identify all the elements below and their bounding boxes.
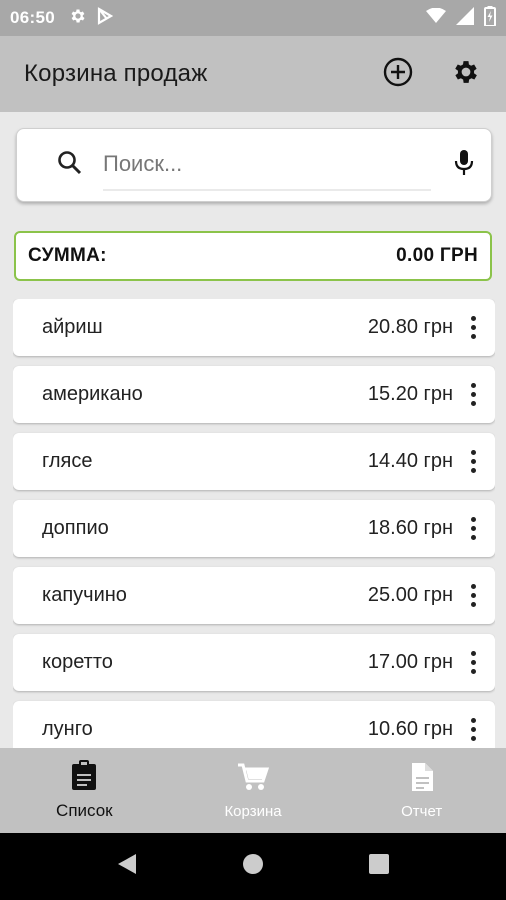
more-vert-icon[interactable] [461,576,485,616]
document-icon [410,762,434,797]
more-vert-icon[interactable] [461,308,485,348]
add-button[interactable] [382,57,414,92]
more-vert-icon[interactable] [461,375,485,415]
product-name: капучино [42,584,127,606]
product-name: глясе [42,450,93,472]
play-store-status-icon [97,6,114,30]
nav-item-report[interactable]: Отчет [337,748,506,833]
recents-square-icon [369,854,389,879]
list-item[interactable]: глясе 14.40 грн [13,433,495,490]
product-price: 20.80 грн [367,316,453,338]
search-input[interactable] [103,139,431,191]
product-price: 25.00 грн [367,584,453,606]
product-price: 17.00 грн [367,651,453,673]
cart-icon [237,762,270,797]
nav-item-list[interactable]: Список [0,748,169,833]
home-circle-icon [242,853,264,880]
product-price: 10.60 грн [367,718,453,740]
product-name: лунго [42,718,93,740]
total-label: СУММА: [28,245,107,266]
product-name: коретто [42,651,113,673]
nav-label-list: Список [56,801,113,820]
search-icon [57,150,83,181]
back-triangle-icon [116,853,138,880]
product-name: доппио [42,517,109,539]
add-circle-icon [383,57,413,92]
status-time: 06:50 [10,8,55,27]
product-name: айриш [42,316,103,338]
search-bar [16,128,492,202]
home-button[interactable] [190,853,316,880]
total-value: 0.00 ГРН [396,245,478,266]
more-vert-icon[interactable] [461,509,485,549]
more-vert-icon[interactable] [461,643,485,683]
product-price: 14.40 грн [367,450,453,472]
bottom-navigation: Список Корзина Отчет [0,748,506,833]
product-name: американо [42,383,143,405]
system-navigation-bar [0,833,506,900]
battery-icon [484,5,496,31]
wifi-icon [426,7,446,29]
product-price: 18.60 грн [367,517,453,539]
more-vert-icon[interactable] [461,442,485,482]
gear-icon [451,57,481,92]
more-vert-icon[interactable] [461,710,485,749]
app-title: Корзина продаж [24,60,208,87]
clipboard-icon [71,760,97,795]
settings-gear-status-icon [69,7,87,30]
list-item[interactable]: лунго 10.60 грн [13,701,495,748]
status-bar: 06:50 [0,0,506,36]
total-summary: СУММА: 0.00 ГРН [14,231,492,281]
microphone-icon[interactable] [453,149,475,182]
app-bar: Корзина продаж [0,36,506,112]
settings-button[interactable] [450,58,482,90]
signal-icon [456,6,474,30]
back-button[interactable] [64,853,190,880]
recents-button[interactable] [316,854,442,879]
list-item[interactable]: американо 15.20 грн [13,366,495,423]
list-item[interactable]: капучино 25.00 грн [13,567,495,624]
product-price: 15.20 грн [367,383,453,405]
nav-item-cart[interactable]: Корзина [169,748,338,833]
list-item[interactable]: доппио 18.60 грн [13,500,495,557]
list-item[interactable]: айриш 20.80 грн [13,299,495,356]
list-item[interactable]: коретто 17.00 грн [13,634,495,691]
nav-label-report: Отчет [401,802,443,820]
product-list: айриш 20.80 грн американо 15.20 грн гляс… [13,299,495,748]
nav-label-cart: Корзина [224,802,282,820]
